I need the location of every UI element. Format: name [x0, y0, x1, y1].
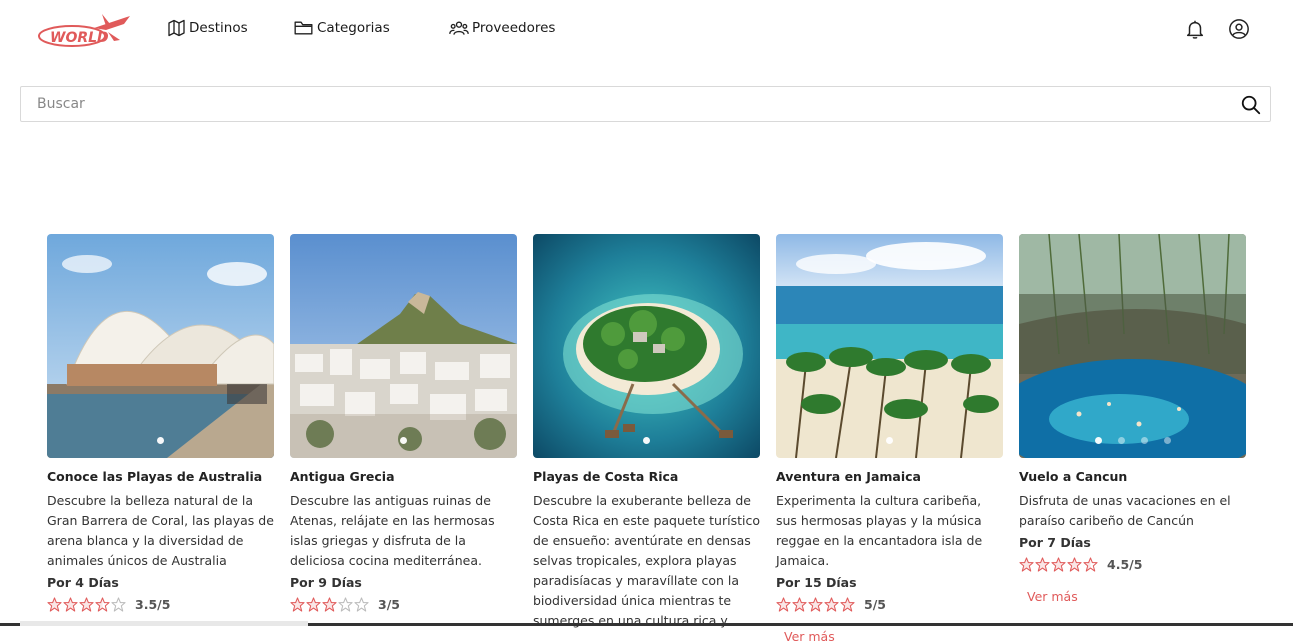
bell-icon[interactable] [1184, 18, 1206, 40]
tropical-island-photo[interactable] [533, 234, 760, 458]
star-empty-icon [354, 596, 369, 612]
rating-text: 4.5/5 [1107, 556, 1143, 572]
star-rating [47, 596, 126, 612]
star-empty-icon [111, 596, 126, 612]
star-rating [776, 596, 855, 612]
star-half-icon [95, 596, 110, 612]
card-description: Descubre la belleza natural de la Gran B… [47, 493, 274, 568]
rating-text: 5/5 [864, 596, 886, 612]
carousel-dot[interactable] [157, 437, 164, 444]
package-card[interactable]: Playas de Costa Rica Descubre la exubera… [533, 234, 760, 631]
card-duration: Por 15 Días [776, 575, 857, 590]
card-description: Experimenta la cultura caribeña, sus her… [776, 493, 983, 568]
nav-categorias-label: Categorias [317, 20, 390, 36]
star-filled-icon [306, 596, 321, 612]
users-icon [448, 18, 470, 38]
star-filled-icon [322, 596, 337, 612]
package-card[interactable]: Vuelo a Cancun Disfruta de unas vacacion… [1019, 234, 1246, 604]
card-title: Conoce las Playas de Australia [47, 469, 263, 484]
star-filled-icon [792, 596, 807, 612]
card-description: Descubre la exuberante belleza de Costa … [533, 493, 760, 628]
nav-proveedores-label: Proveedores [472, 20, 556, 36]
star-half-icon [1083, 556, 1098, 572]
star-filled-icon [1067, 556, 1082, 572]
nav-destinos[interactable]: Destinos [166, 18, 248, 38]
star-filled-icon [824, 596, 839, 612]
card-rating: 4.5/5 [1019, 555, 1246, 573]
horizontal-scrollbar[interactable] [20, 621, 308, 626]
search-icon[interactable] [1240, 94, 1262, 116]
card-title: Antigua Grecia [290, 469, 395, 484]
card-rating: 3/5 [290, 595, 517, 613]
carousel-dots[interactable] [533, 437, 760, 444]
ver-mas-link[interactable]: Ver más [1027, 589, 1246, 604]
card-description: Disfruta de unas vacaciones en el paraís… [1019, 493, 1231, 528]
carousel-dot[interactable] [1163, 437, 1171, 444]
athens-hill-photo[interactable] [290, 234, 517, 458]
world-logo[interactable]: WORLD [36, 10, 132, 50]
star-rating [290, 596, 369, 612]
logo-text: WORLD [50, 30, 109, 46]
star-filled-icon [1051, 556, 1066, 572]
jamaica-beach-photo[interactable] [776, 234, 1003, 458]
search-bar [20, 86, 1271, 122]
star-rating [1019, 556, 1098, 572]
package-card[interactable]: Antigua Grecia Descubre las antiguas rui… [290, 234, 517, 613]
user-circle-icon[interactable] [1228, 18, 1250, 40]
card-rating: 3.5/5 [47, 595, 274, 613]
star-filled-icon [290, 596, 305, 612]
package-card[interactable]: Conoce las Playas de Australia Descubre … [47, 234, 274, 613]
carousel-dot[interactable] [886, 437, 893, 444]
rating-text: 3.5/5 [135, 596, 171, 612]
nav-proveedores[interactable]: Proveedores [448, 18, 555, 38]
carousel-dot[interactable] [400, 437, 407, 444]
package-card[interactable]: Aventura en Jamaica Experimenta la cultu… [776, 234, 1003, 644]
carousel-dots[interactable] [776, 437, 1003, 444]
search-input[interactable] [21, 87, 1237, 121]
carousel-dot[interactable] [643, 437, 650, 444]
star-filled-icon [1019, 556, 1034, 572]
card-duration: Por 7 Días [1019, 535, 1091, 550]
top-navbar: WORLD Destinos Categorias Proveedores [0, 0, 1293, 62]
sydney-opera-house-photo[interactable] [47, 234, 274, 458]
nav-categorias[interactable]: Categorias [292, 18, 390, 38]
star-filled-icon [47, 596, 62, 612]
star-empty-icon [338, 596, 353, 612]
card-title: Playas de Costa Rica [533, 469, 679, 484]
ver-mas-link[interactable]: Ver más [784, 629, 1003, 644]
star-filled-icon [840, 596, 855, 612]
nav-destinos-label: Destinos [189, 20, 248, 36]
star-filled-icon [63, 596, 78, 612]
carousel-dots[interactable] [290, 437, 517, 444]
card-rating: 5/5 [776, 595, 1003, 613]
cenote-photo[interactable] [1019, 234, 1246, 458]
carousel-dots[interactable] [47, 437, 274, 444]
carousel-dot[interactable] [1140, 437, 1148, 444]
star-filled-icon [776, 596, 791, 612]
card-duration: Por 9 Días [290, 575, 362, 590]
card-title: Vuelo a Cancun [1019, 469, 1128, 484]
card-duration: Por 4 Días [47, 575, 119, 590]
star-filled-icon [808, 596, 823, 612]
card-title: Aventura en Jamaica [776, 469, 921, 484]
folder-icon [292, 18, 315, 38]
star-filled-icon [1035, 556, 1050, 572]
card-description: Descubre las antiguas ruinas de Atenas, … [290, 493, 495, 568]
rating-text: 3/5 [378, 596, 400, 612]
carousel-dots[interactable] [1019, 437, 1246, 444]
map-icon [166, 18, 187, 38]
carousel-dot[interactable] [1094, 437, 1102, 444]
carousel-dot[interactable] [1117, 437, 1125, 444]
star-filled-icon [79, 596, 94, 612]
